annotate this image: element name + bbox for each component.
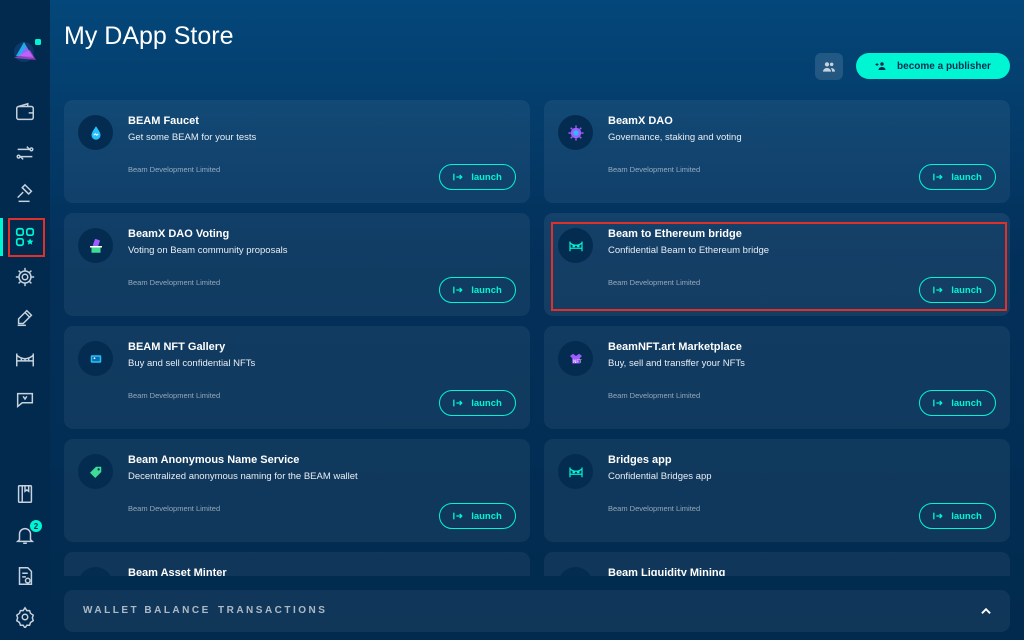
chat-icon[interactable] [10,385,40,415]
app-name: BeamX DAO [608,115,673,127]
launch-button[interactable]: launch [919,503,996,529]
app-card-beam-anonymous-name-service: Beam Anonymous Name Service Decentralize… [64,439,530,542]
app-card-beamx-dao-voting: BeamX DAO Voting Voting on Beam communit… [64,213,530,316]
launch-icon [933,173,943,181]
nft-icon: NFT [558,341,593,376]
app-name: Beam Asset Minter [128,567,227,576]
swap-icon[interactable] [10,138,40,168]
launch-label: launch [471,397,502,409]
app-card-bridges-app: Bridges app Confidential Bridges app Bea… [544,439,1010,542]
app-card-beam-faucet: BEAM Faucet Get some BEAM for your tests… [64,100,530,203]
active-indicator [0,218,3,256]
launch-icon [453,286,463,294]
launch-icon [933,399,943,407]
app-card-beamx-dao: BeamX DAO Governance, staking and voting… [544,100,1010,203]
app-description: Buy, sell and transffer your NFTs [608,358,745,369]
app-name: BeamX DAO Voting [128,228,230,240]
app-publisher: Beam Development Limited [608,165,701,174]
ballot-icon [78,228,113,263]
app-card-beam-asset-minter: Beam Asset Minter [64,552,530,576]
dapp-grid: BEAM Faucet Get some BEAM for your tests… [64,100,1010,576]
add-user-icon [875,62,886,70]
settings-gear-icon[interactable] [10,262,40,292]
app-name: Bridges app [608,454,672,466]
notification-badge: 2 [30,520,42,532]
launch-icon [453,399,463,407]
launch-icon [453,512,463,520]
active-highlight [8,218,45,257]
launch-button[interactable]: launch [919,164,996,190]
launch-label: launch [951,510,982,522]
launch-label: launch [951,171,982,183]
app-name: Beam Liquidity Mining [608,567,726,576]
app-publisher: Beam Development Limited [608,391,701,400]
launch-label: launch [471,171,502,183]
app-description: Get some BEAM for your tests [128,132,257,143]
mining-icon [558,567,593,576]
app-publisher: Beam Development Limited [128,165,221,174]
bridge-icon[interactable] [10,344,40,374]
gear-icon[interactable] [10,602,40,632]
app-card-beam-nft-gallery: BEAM NFT Gallery Buy and sell confidenti… [64,326,530,429]
svg-text:NFT: NFT [573,358,582,364]
app-publisher: Beam Development Limited [608,504,701,513]
beam-logo [10,34,42,66]
become-publisher-label: become a publisher [897,60,991,72]
water-drop-icon [78,115,113,150]
app-name: BEAM Faucet [128,115,199,127]
app-description: Confidential Bridges app [608,471,712,482]
launch-icon [933,512,943,520]
app-card-beamnft-art-marketplace: NFT BeamNFT.art Marketplace Buy, sell an… [544,326,1010,429]
launch-label: launch [471,510,502,522]
minter-icon [78,567,113,576]
launch-label: launch [951,397,982,409]
app-name: Beam Anonymous Name Service [128,454,300,466]
app-publisher: Beam Development Limited [128,504,221,513]
app-publisher: Beam Development Limited [128,278,221,287]
launch-button[interactable]: launch [439,390,516,416]
bridge-app-icon [558,454,593,489]
wallet-balance-tab[interactable]: WALLET BALANCE [83,605,211,616]
app-card-beam-liquidity-mining: Beam Liquidity Mining [544,552,1010,576]
bottom-panel: WALLET BALANCE TRANSACTIONS [64,590,1010,632]
app-description: Buy and sell confidential NFTs [128,358,256,369]
wallet-icon[interactable] [10,97,40,127]
tag-icon [78,454,113,489]
edit-icon[interactable] [10,303,40,333]
launch-button[interactable]: launch [439,277,516,303]
app-name: BEAM NFT Gallery [128,341,226,353]
notebook-icon[interactable] [10,479,40,509]
selection-highlight [551,222,1007,311]
app-name: BeamNFT.art Marketplace [608,341,742,353]
document-icon[interactable] [10,561,40,591]
page-title: My DApp Store [64,22,234,50]
app-publisher: Beam Development Limited [128,391,221,400]
app-description: Voting on Beam community proposals [128,245,288,256]
launch-label: launch [471,284,502,296]
dao-icon [558,115,593,150]
app-description: Governance, staking and voting [608,132,742,143]
gavel-icon[interactable] [10,179,40,209]
become-publisher-button[interactable]: become a publisher [856,53,1010,79]
launch-button[interactable]: launch [439,164,516,190]
chevron-up-icon[interactable] [979,604,993,618]
gallery-icon [78,341,113,376]
app-description: Decentralized anonymous naming for the B… [128,471,358,482]
users-icon [823,61,835,72]
launch-button[interactable]: launch [439,503,516,529]
launch-icon [453,173,463,181]
users-button[interactable] [815,53,843,80]
sidebar: 2 [0,0,50,640]
transactions-tab[interactable]: TRANSACTIONS [218,605,327,616]
launch-button[interactable]: launch [919,390,996,416]
